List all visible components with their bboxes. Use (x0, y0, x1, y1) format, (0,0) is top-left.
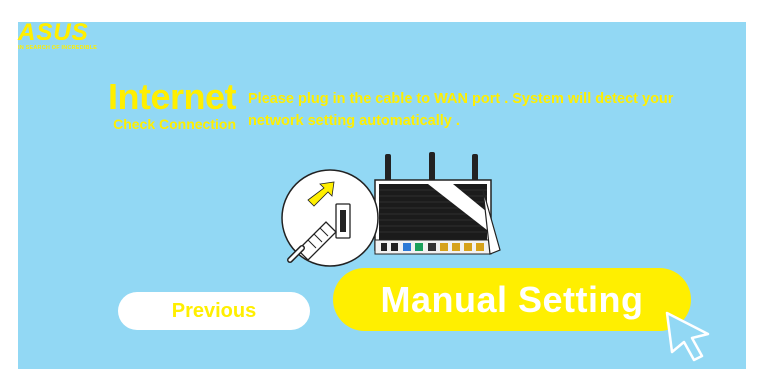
instructions-text: Please plug in the cable to WAN port . S… (248, 91, 674, 129)
router-illustration-icon (281, 152, 501, 267)
logo-word: ASUS (18, 19, 89, 46)
manual-setting-button[interactable]: Manual Setting (333, 268, 691, 331)
router-antenna-middle (429, 152, 435, 184)
page-heading: Internet Check Connection (96, 76, 237, 133)
page-subtitle: Check Connection (113, 116, 236, 132)
logo-tagline: IN SEARCH OF INCREDIBLE (18, 45, 98, 51)
asus-logo: ASUS IN SEARCH OF INCREDIBLE (18, 19, 108, 52)
mouse-cursor-icon (665, 311, 710, 362)
previous-button[interactable]: Previous (118, 292, 310, 330)
page-title: Internet (107, 76, 237, 117)
